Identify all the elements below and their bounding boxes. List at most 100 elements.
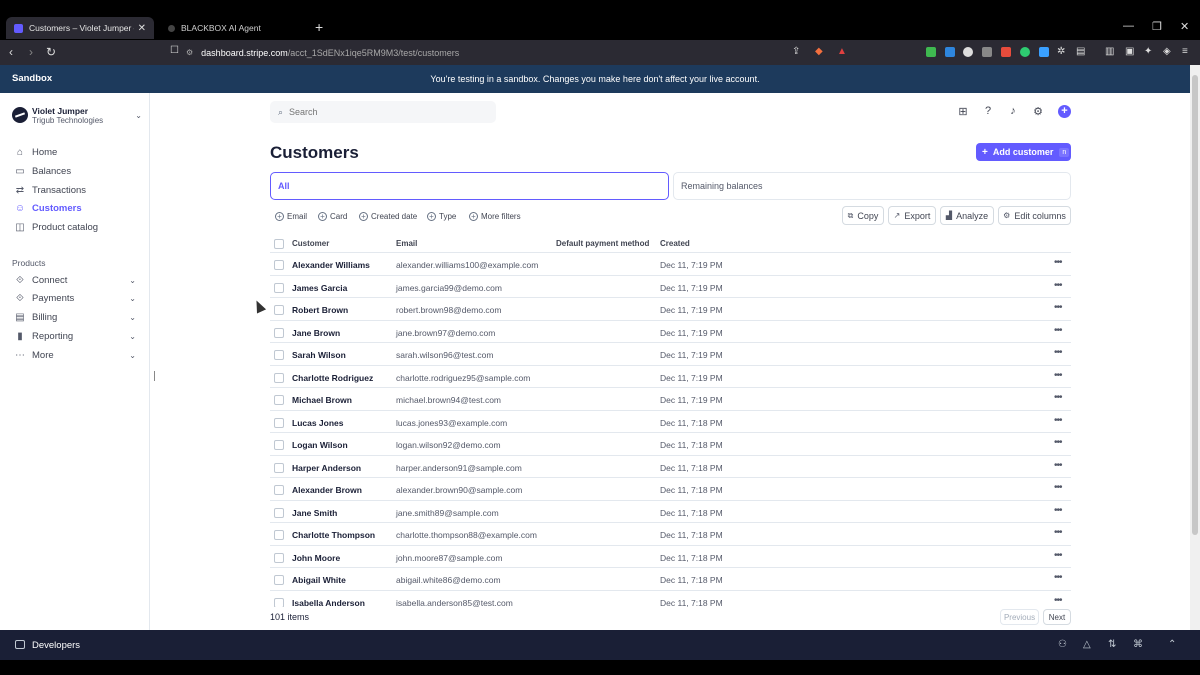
row-checkbox[interactable] xyxy=(274,350,284,360)
table-row[interactable]: Abigail White abigail.white86@demo.com Dec… xyxy=(270,568,1071,591)
menu-icon[interactable]: ≡ xyxy=(1182,46,1188,57)
forward-icon[interactable]: › xyxy=(29,45,33,59)
tab-customers[interactable]: Customers – Violet Jumper – Stri ✕ xyxy=(6,17,154,39)
customer-name[interactable]: James Garcia xyxy=(292,283,347,293)
sidebar-item-payments[interactable]: ⟐ Payments ⌄ xyxy=(14,289,144,307)
table-row[interactable]: Charlotte Thompson charlotte.thompson88@e… xyxy=(270,523,1071,546)
customer-name[interactable]: Robert Brown xyxy=(292,305,348,315)
row-more-actions-icon[interactable]: ••• xyxy=(1054,572,1062,583)
row-checkbox[interactable] xyxy=(274,395,284,405)
segment-remaining-balances[interactable]: Remaining balances xyxy=(673,172,1071,200)
row-checkbox[interactable] xyxy=(274,305,284,315)
reload-icon[interactable]: ↻ xyxy=(46,45,56,59)
customer-name[interactable]: Sarah Wilson xyxy=(292,350,346,360)
sidebar-item-more[interactable]: ⋯ More ⌄ xyxy=(14,346,144,364)
extension-circle-icon[interactable] xyxy=(963,47,973,57)
sidebar-item-product-catalog[interactable]: ◫ Product catalog xyxy=(14,218,144,236)
copy-button[interactable]: ⧉ Copy xyxy=(842,206,884,225)
table-row[interactable]: Isabella Anderson isabella.anderson85@tes… xyxy=(270,591,1071,607)
add-customer-button[interactable]: + Add customer n xyxy=(976,143,1071,161)
site-info-icon[interactable]: ⚙ xyxy=(186,48,193,57)
customer-name[interactable]: Jane Brown xyxy=(292,328,340,338)
table-row[interactable]: Sarah Wilson sarah.wilson96@test.com Dec 1… xyxy=(270,343,1071,366)
previous-page-button[interactable]: Previous xyxy=(1000,609,1039,625)
customer-name[interactable]: Alexander Williams xyxy=(292,260,370,270)
row-checkbox[interactable] xyxy=(274,440,284,450)
filter-created-date[interactable]: + Created date xyxy=(359,210,417,222)
customer-name[interactable]: Jane Smith xyxy=(292,508,337,518)
customer-name[interactable]: John Moore xyxy=(292,553,340,563)
row-more-actions-icon[interactable]: ••• xyxy=(1054,437,1062,448)
row-more-actions-icon[interactable]: ••• xyxy=(1054,370,1062,381)
row-checkbox[interactable] xyxy=(274,597,284,607)
row-checkbox[interactable] xyxy=(274,462,284,473)
customer-name[interactable]: Harper Anderson xyxy=(292,463,361,473)
brave-shield-icon[interactable]: ◆ xyxy=(815,46,823,57)
table-row[interactable]: James Garcia james.garcia99@demo.com Dec 1… xyxy=(270,276,1071,298)
table-row[interactable]: John Moore john.moore87@sample.com Dec 11,… xyxy=(270,546,1071,568)
back-icon[interactable]: ‹ xyxy=(9,45,13,59)
sidebar-item-connect[interactable]: ⟐ Connect ⌄ xyxy=(14,271,144,289)
new-tab-icon[interactable]: + xyxy=(315,19,323,35)
sidebar-item-transactions[interactable]: ⇄ Transactions xyxy=(14,181,144,199)
sidebar-item-balances[interactable]: ▭ Balances xyxy=(14,162,144,180)
sidebar-resize-handle[interactable] xyxy=(154,371,155,381)
developers-bar[interactable]: Developers ⚇ △ ⇅ ⌘ ⌃ xyxy=(0,630,1200,660)
leo-ai-icon[interactable]: ✦ xyxy=(1144,46,1152,57)
filter-type[interactable]: + Type xyxy=(427,210,456,222)
table-row[interactable]: Alexander Brown alexander.brown90@sample.… xyxy=(270,478,1071,501)
table-row[interactable]: Michael Brown michael.brown94@test.com Dec… xyxy=(270,388,1071,411)
customer-name[interactable]: Charlotte Thompson xyxy=(292,530,375,540)
edit-columns-button[interactable]: ⚙ Edit columns xyxy=(998,206,1071,225)
row-more-actions-icon[interactable]: ••• xyxy=(1054,347,1062,358)
table-row[interactable]: Lucas Jones lucas.jones93@example.com Dec … xyxy=(270,411,1071,433)
row-more-actions-icon[interactable]: ••• xyxy=(1054,325,1062,336)
table-row[interactable]: Jane Brown jane.brown97@demo.com Dec 11, 7… xyxy=(270,321,1071,343)
column-header-created[interactable]: Created xyxy=(660,239,690,248)
sort-arrows-icon[interactable]: ⇅ xyxy=(1108,639,1116,650)
column-header-payment-method[interactable]: Default payment method xyxy=(556,239,649,248)
customer-name[interactable]: Abigail White xyxy=(292,575,346,585)
search-bar[interactable]: ⌕ xyxy=(270,101,496,123)
create-plus-icon[interactable]: + xyxy=(1058,105,1071,118)
row-checkbox[interactable] xyxy=(274,327,284,338)
analyze-button[interactable]: ▟ Analyze xyxy=(940,206,994,225)
row-more-actions-icon[interactable]: ••• xyxy=(1054,460,1062,471)
row-checkbox[interactable] xyxy=(274,530,284,540)
row-more-actions-icon[interactable]: ••• xyxy=(1054,505,1062,516)
row-checkbox[interactable] xyxy=(274,575,284,585)
page-scrollbar[interactable] xyxy=(1190,65,1200,630)
customer-name[interactable]: Logan Wilson xyxy=(292,440,348,450)
minimize-icon[interactable]: — xyxy=(1123,20,1134,32)
extension-diamond-icon[interactable] xyxy=(1039,47,1049,57)
window-close-icon[interactable]: ✕ xyxy=(1180,20,1189,33)
close-tab-icon[interactable]: ✕ xyxy=(138,23,146,34)
filter-email[interactable]: + Email xyxy=(275,210,307,222)
sidebar-item-billing[interactable]: ▤ Billing ⌄ xyxy=(14,308,144,326)
row-more-actions-icon[interactable]: ••• xyxy=(1054,280,1062,291)
help-icon[interactable]: ? xyxy=(981,105,995,119)
select-all-checkbox[interactable] xyxy=(274,239,284,249)
table-row[interactable]: Harper Anderson harper.anderson91@sample.… xyxy=(270,456,1071,478)
row-more-actions-icon[interactable]: ••• xyxy=(1054,415,1062,426)
row-more-actions-icon[interactable]: ••• xyxy=(1054,550,1062,561)
table-row[interactable]: Charlotte Rodriguez charlotte.rodriguez95… xyxy=(270,366,1071,388)
row-more-actions-icon[interactable]: ••• xyxy=(1054,302,1062,313)
customer-name[interactable]: Charlotte Rodriguez xyxy=(292,373,373,383)
export-button[interactable]: ↗ Export xyxy=(888,206,936,225)
settings-gear-icon[interactable]: ⚙ xyxy=(1031,105,1045,119)
filter-card[interactable]: + Card xyxy=(318,210,347,222)
sidebar-item-customers[interactable]: ☺ Customers xyxy=(14,199,144,217)
row-checkbox[interactable] xyxy=(274,417,284,428)
segment-all[interactable]: All xyxy=(270,172,669,200)
row-checkbox[interactable] xyxy=(274,282,284,293)
table-row[interactable]: Jane Smith jane.smith89@sample.com Dec 11,… xyxy=(270,501,1071,523)
extension-green-icon[interactable] xyxy=(926,47,936,57)
sidebar-item-home[interactable]: ⌂ Home xyxy=(14,143,144,161)
bookmark-icon[interactable]: ☐ xyxy=(170,45,179,56)
notifications-bell-icon[interactable]: ♪ xyxy=(1006,105,1020,119)
collapse-up-icon[interactable]: ⌃ xyxy=(1168,639,1176,650)
row-checkbox[interactable] xyxy=(274,485,284,495)
row-more-actions-icon[interactable]: ••• xyxy=(1054,527,1062,538)
table-row[interactable]: Alexander Williams alexander.williams100@… xyxy=(270,253,1071,276)
